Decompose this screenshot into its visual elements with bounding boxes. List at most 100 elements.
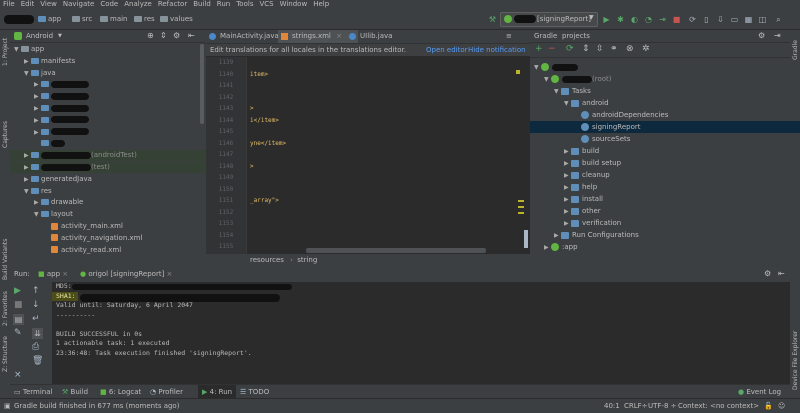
chevron-down-icon[interactable]: ▼ [24, 68, 31, 79]
horizontal-scrollbar[interactable] [306, 248, 486, 253]
scroll-up-icon[interactable]: ↑ [32, 286, 40, 296]
offline-icon[interactable]: ⊗ [626, 44, 634, 54]
run-icon[interactable]: ▶ [602, 15, 611, 24]
gradle-tab[interactable]: Gradle [534, 32, 557, 40]
chevron-right-icon[interactable]: ▶ [34, 91, 41, 102]
hide-panel-icon[interactable]: ⇥ [774, 31, 781, 40]
tabs-menu-icon[interactable]: ≡ [506, 32, 512, 40]
gradle-task-item[interactable]: ▼ (root) [544, 73, 612, 85]
coverage-icon[interactable]: ◐ [630, 15, 639, 24]
tree-item[interactable]: ▶ [34, 91, 89, 102]
tree-item[interactable]: activity_main.xml [44, 221, 123, 232]
chevron-down-icon[interactable]: ▼ [534, 62, 541, 74]
run-tab[interactable]: ▶ 4: Run [198, 385, 237, 399]
menu-file[interactable]: File [0, 0, 18, 9]
gradle-task-item[interactable]: ▼ Tasks [554, 85, 591, 97]
event-log-tab[interactable]: ● Event Log [738, 385, 781, 399]
xml-breadcrumb-resources[interactable]: resources [250, 256, 284, 264]
chevron-right-icon[interactable]: ▶ [544, 242, 551, 254]
xml-breadcrumb-string[interactable]: string [297, 256, 317, 264]
favorites-tool-tab[interactable]: 2: Favorites [2, 291, 9, 326]
search-icon[interactable]: ⌕ [774, 15, 783, 24]
gear-icon[interactable]: ⚙ [173, 31, 180, 40]
chevron-down-icon[interactable]: ▼ [24, 186, 31, 197]
menu-window[interactable]: Window [277, 0, 311, 9]
avd-manager-icon[interactable]: ▯ [702, 15, 711, 24]
pin-icon[interactable]: ✎ [14, 328, 22, 338]
locate-icon[interactable]: ⊕ [147, 31, 154, 40]
attach-debugger-icon[interactable]: ⇥ [658, 15, 667, 24]
trash-icon[interactable]: 🗑 [32, 356, 43, 366]
warning-marker[interactable] [516, 70, 520, 74]
tree-item[interactable]: activity_navigation.xml [44, 233, 142, 244]
tree-item[interactable]: ▶ (test) [10, 162, 210, 173]
gradle-task-item[interactable]: ▶ install [564, 193, 603, 205]
tree-item[interactable]: ▶ [34, 115, 89, 126]
tree-item[interactable]: ▶ (androidTest) [10, 150, 210, 162]
logcat-tab[interactable]: ■ 6: Logcat [100, 385, 141, 399]
close-icon[interactable]: × [14, 370, 22, 380]
gradle-task-item[interactable]: sourceSets [574, 133, 630, 145]
chevron-down-icon[interactable]: ▼ [14, 44, 21, 55]
close-icon[interactable]: × [62, 270, 68, 278]
tree-item[interactable]: ▶ [34, 103, 89, 114]
chevron-down-icon[interactable]: ▼ [58, 33, 62, 39]
layout-inspector-icon[interactable]: ▦ [744, 15, 753, 24]
toggle-view-icon[interactable]: ▤ [13, 314, 24, 325]
tab-uilib[interactable]: UIlib.java [346, 30, 418, 43]
breadcrumb-src[interactable]: src [72, 15, 92, 23]
menu-run[interactable]: Run [214, 0, 233, 9]
gradle-task-item[interactable]: ▼ [534, 61, 578, 73]
tree-item[interactable]: ▼ res [24, 186, 52, 197]
menu-navigate[interactable]: Navigate [60, 0, 97, 9]
status-message[interactable]: Gradle build finished in 677 ms (moments… [14, 399, 179, 413]
tree-item[interactable] [34, 138, 65, 149]
project-view-selector[interactable]: Android [26, 32, 53, 40]
add-icon[interactable]: + [535, 44, 543, 54]
gear-icon[interactable]: ⚙ [758, 31, 765, 40]
chevron-down-icon[interactable]: ▼ [34, 209, 41, 220]
structure-icon[interactable]: ◫ [758, 15, 767, 24]
gradle-task-item[interactable]: ▶ cleanup [564, 169, 610, 181]
gradle-task-item[interactable]: ▶ Run Configurations [554, 229, 639, 241]
sdk-manager-icon[interactable]: ⇩ [716, 15, 725, 24]
expand-all-icon[interactable]: ⇕ [582, 44, 590, 54]
scroll-to-end-icon[interactable]: ⇊ [32, 328, 43, 339]
profile-icon[interactable]: ◔ [644, 15, 653, 24]
tree-item[interactable]: ▼ java [24, 68, 56, 79]
captures-tool-tab[interactable]: Captures [2, 121, 9, 148]
menu-code[interactable]: Code [97, 0, 121, 9]
chevron-right-icon[interactable]: ▶ [34, 197, 41, 208]
build-variants-tool-tab[interactable]: Build Variants [2, 239, 9, 280]
todo-tab[interactable]: ☰ TODO [240, 385, 269, 399]
close-icon[interactable]: × [167, 270, 173, 278]
menu-view[interactable]: View [37, 0, 60, 9]
gradle-task-item[interactable]: signingReport [530, 121, 800, 133]
hammer-icon[interactable]: ⚒ [488, 15, 497, 24]
run-tab-signingreport[interactable]: ● origol [signingReport] × [80, 270, 172, 278]
chevron-right-icon[interactable]: ▶ [24, 150, 31, 161]
tree-item[interactable]: ▶ [34, 79, 89, 90]
breadcrumb-app[interactable]: app [38, 15, 61, 23]
gradle-task-item[interactable]: ▶ other [564, 205, 601, 217]
gradle-task-item[interactable]: ▶ help [564, 181, 597, 193]
status-layout-icon[interactable]: ▣ [4, 399, 11, 413]
console-output[interactable]: MD5: SHA1: Valid until: Saturday, 6 April … [52, 282, 252, 358]
soft-wrap-icon[interactable]: ↵ [32, 314, 40, 324]
breadcrumb-values[interactable]: values [160, 15, 193, 23]
tree-item[interactable]: activity_read.xml [44, 245, 121, 256]
chevron-right-icon[interactable]: ▶ [24, 56, 31, 67]
project-scrollbar[interactable] [200, 44, 204, 124]
remove-icon[interactable]: − [548, 44, 556, 54]
line-separator[interactable]: CRLF÷ [624, 399, 648, 413]
tree-item[interactable]: ▶ manifests [24, 56, 75, 67]
chevron-right-icon[interactable]: ▶ [24, 162, 31, 173]
settings-icon[interactable]: ✲ [642, 44, 650, 54]
gradle-task-item[interactable]: androidDependencies [574, 109, 668, 121]
editor-scrollbar[interactable] [524, 70, 528, 250]
hide-panel-icon[interactable]: ⇤ [188, 31, 195, 40]
structure-tool-tab[interactable]: Z: Structure [2, 336, 9, 372]
menu-build[interactable]: Build [190, 0, 214, 9]
context-indicator[interactable]: Context: <no context> [678, 399, 759, 413]
menu-analyze[interactable]: Analyze [121, 0, 155, 9]
